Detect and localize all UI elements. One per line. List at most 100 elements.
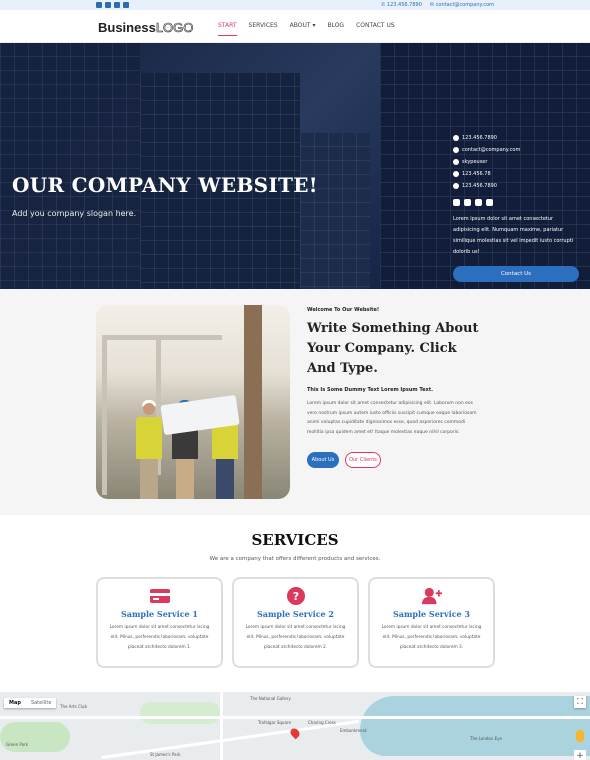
services-subtitle: We are a company that offers different p… xyxy=(209,556,381,562)
hero-title: OUR COMPANY WEBSITE! xyxy=(12,173,318,197)
info-whatsapp-text: 123.456.78 xyxy=(462,171,491,177)
scaffold-beam xyxy=(102,335,222,340)
map-park xyxy=(0,722,70,752)
question-circle-icon: ? xyxy=(286,587,306,605)
service-card-2[interactable]: ? Sample Service 2 Lorem ipsum dolor sit… xyxy=(232,577,359,668)
about-buttons: About Us Our Clients xyxy=(307,452,483,468)
map-road xyxy=(0,716,590,719)
worker-1 xyxy=(136,400,162,499)
service-title-1: Sample Service 1 xyxy=(120,609,198,619)
phone-icon: ✆ xyxy=(381,2,386,8)
nav-item-contact[interactable]: CONTACT US xyxy=(356,22,395,36)
hero-section: OUR COMPANY WEBSITE! Add you company slo… xyxy=(0,43,590,289)
map-type-map[interactable]: Map xyxy=(4,698,26,708)
construction-team-image xyxy=(96,305,290,499)
nav-item-blog[interactable]: BLOG xyxy=(327,22,344,36)
street-view-pegman-icon[interactable] xyxy=(576,730,584,742)
safety-vest xyxy=(136,417,162,459)
service-card-1[interactable]: Sample Service 1 Lorem ipsum dolor sit a… xyxy=(96,577,223,668)
info-whatsapp[interactable]: 123.456.78 xyxy=(453,171,579,177)
caret-down-icon: ▾ xyxy=(312,22,316,29)
info-fax[interactable]: 123.456.7890 xyxy=(453,183,579,189)
logo[interactable]: BusinessLOGO xyxy=(98,20,194,36)
worker-legs xyxy=(216,459,234,499)
facebook-icon[interactable] xyxy=(96,2,102,8)
hero-description: Lorem ipsum dolor sit amet consectetur a… xyxy=(453,216,574,255)
map-label: Charing Cross xyxy=(308,720,336,725)
map-type-satellite[interactable]: Satellite xyxy=(26,698,56,708)
map-label: Green Park xyxy=(6,742,29,747)
top-bar: ✆ 123.456.7890 ✉ contact@company.com xyxy=(0,0,590,10)
service-body-1: Lorem ipsum dolor sit amet consectetur i… xyxy=(109,625,210,650)
facebook-icon[interactable] xyxy=(464,199,471,206)
scaffold-post xyxy=(102,335,107,495)
top-phone-text: 123.456.7890 xyxy=(386,2,422,8)
info-skype[interactable]: skypeuser xyxy=(453,159,579,165)
top-social-links xyxy=(96,2,129,8)
map-label: The National Gallery xyxy=(250,696,291,701)
credit-card-icon xyxy=(149,587,170,605)
service-cards: Sample Service 1 Lorem ipsum dolor sit a… xyxy=(96,577,495,668)
map-label: The Arts Club xyxy=(60,704,87,709)
our-clients-button[interactable]: Our Clients xyxy=(345,452,381,468)
hero-slogan: Add you company slogan here. xyxy=(12,209,137,218)
contact-us-button[interactable]: Contact Us xyxy=(453,266,579,282)
info-phone[interactable]: 123.456.7890 xyxy=(453,135,579,141)
top-email[interactable]: ✉ contact@company.com xyxy=(430,2,494,8)
service-card-3[interactable]: Sample Service 3 Lorem ipsum dolor sit a… xyxy=(368,577,495,668)
email-icon: ✉ xyxy=(429,2,435,8)
about-eyebrow: Welcome To Our Website! xyxy=(307,307,380,313)
info-skype-text: skypeuser xyxy=(462,159,488,165)
wood-post xyxy=(244,305,262,499)
linkedin-icon[interactable] xyxy=(475,199,482,206)
top-phone[interactable]: ✆ 123.456.7890 xyxy=(381,2,422,8)
zoom-in-icon[interactable]: + xyxy=(574,750,586,760)
worker-head xyxy=(143,403,155,415)
services-title: SERVICES xyxy=(251,531,339,549)
about-content: Welcome To Our Website! Write Something … xyxy=(307,307,483,468)
info-email[interactable]: contact@company.com xyxy=(453,147,579,153)
nav-item-about[interactable]: ABOUT ▾ xyxy=(290,22,316,36)
service-body-3: Lorem ipsum dolor sit amet consectetur i… xyxy=(381,625,482,650)
map-road xyxy=(101,719,359,760)
youtube-icon[interactable] xyxy=(123,2,129,8)
map-label: Embankment xyxy=(340,728,367,733)
about-subtitle: This Is Some Dummy Text Lorem Ipsum Text… xyxy=(307,387,433,393)
about-section: Welcome To Our Website! Write Something … xyxy=(0,289,590,515)
services-section: SERVICES We are a company that offers di… xyxy=(0,515,590,692)
about-us-button[interactable]: About Us xyxy=(307,452,339,468)
logo-outline: LOGO xyxy=(155,20,194,36)
nav-item-about-label: ABOUT xyxy=(289,22,311,29)
map-label: Trafalgar Square xyxy=(258,720,291,725)
linkedin-icon[interactable] xyxy=(114,2,120,8)
map-embed[interactable]: Map Satellite The National Gallery Trafa… xyxy=(0,692,590,760)
email-icon xyxy=(453,147,459,153)
worker-legs xyxy=(140,459,158,499)
nav-menu: START SERVICES ABOUT ▾ BLOG CONTACT US xyxy=(218,22,395,36)
user-plus-icon xyxy=(421,587,442,605)
top-email-text: contact@company.com xyxy=(435,2,494,8)
hero-social-links xyxy=(453,199,579,206)
twitter-icon[interactable] xyxy=(105,2,111,8)
info-phone-text: 123.456.7890 xyxy=(462,135,497,141)
info-fax-text: 123.456.7890 xyxy=(462,183,497,189)
about-body: Lorem ipsum dolor sit amet consectetur a… xyxy=(307,401,477,435)
map-park xyxy=(140,702,220,724)
map-road xyxy=(220,692,223,760)
youtube-icon[interactable] xyxy=(486,199,493,206)
map-river xyxy=(360,696,590,756)
nav-item-start[interactable]: START xyxy=(218,22,237,36)
twitter-icon[interactable] xyxy=(453,199,460,206)
nav-item-services[interactable]: SERVICES xyxy=(249,22,278,36)
whatsapp-icon xyxy=(453,171,459,177)
top-contacts: ✆ 123.456.7890 ✉ contact@company.com xyxy=(381,2,494,8)
fullscreen-icon[interactable]: ⛶ xyxy=(574,696,586,708)
main-navigation: BusinessLOGO START SERVICES ABOUT ▾ BLOG… xyxy=(0,10,590,43)
map-label: St James's Park xyxy=(150,752,181,757)
hero-contact-info: 123.456.7890 contact@company.com skypeus… xyxy=(453,135,579,282)
map-label: The London Eye xyxy=(470,736,502,741)
skype-icon xyxy=(453,159,459,165)
map-type-control: Map Satellite xyxy=(4,698,57,708)
about-title: Write Something About Your Company. Clic… xyxy=(307,321,479,376)
phone-icon xyxy=(453,135,459,141)
